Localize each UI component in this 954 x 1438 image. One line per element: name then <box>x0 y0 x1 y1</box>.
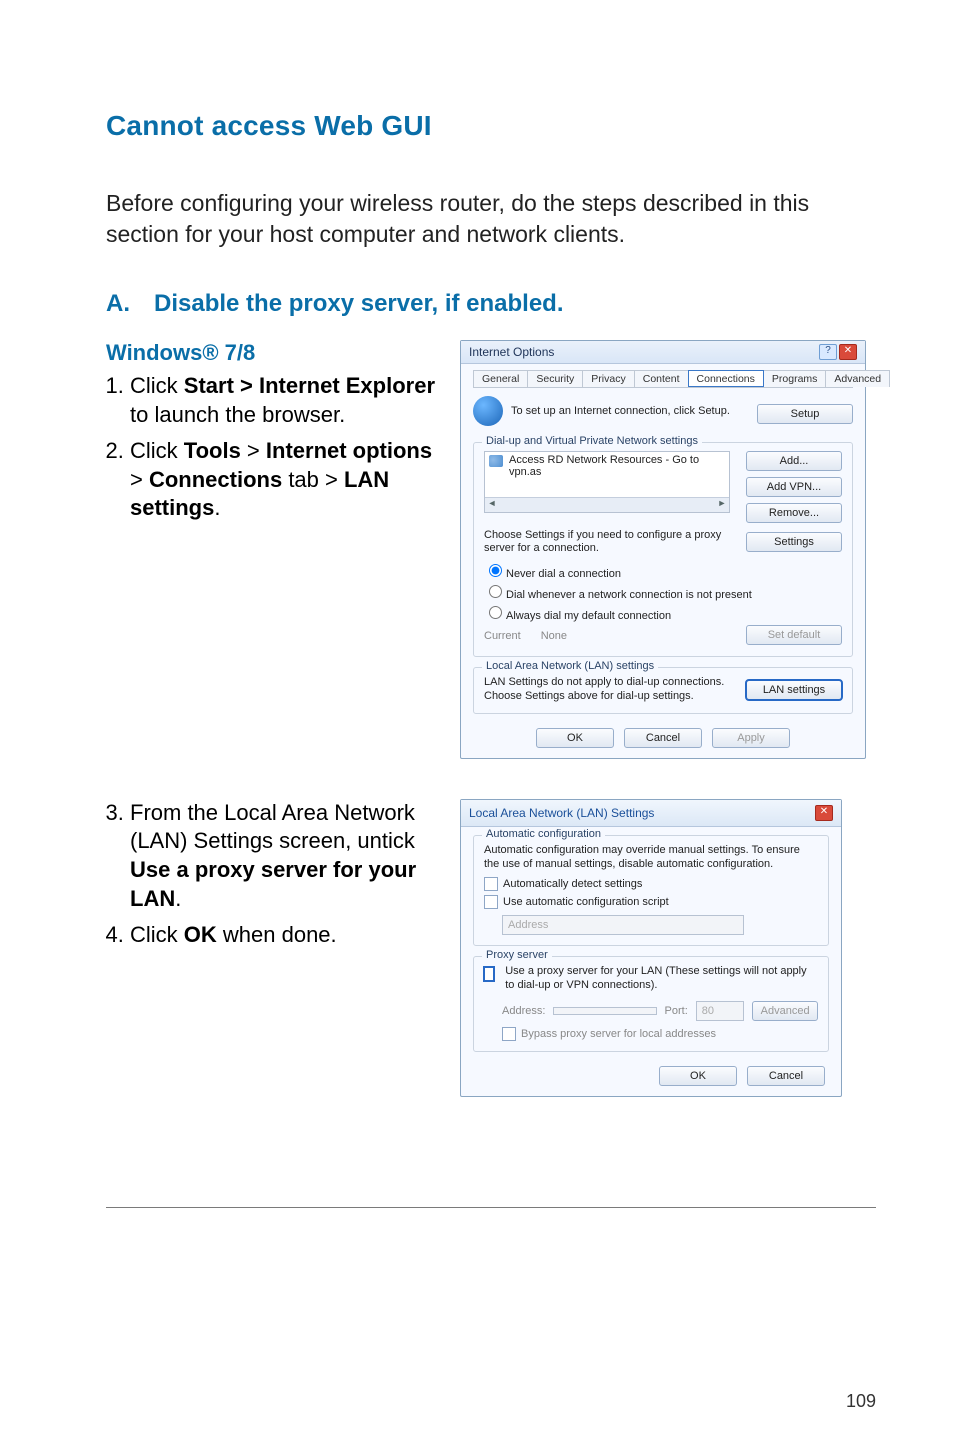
set-default-button[interactable]: Set default <box>746 625 842 645</box>
dialog1-titlebar: Internet Options ? ✕ <box>461 341 865 364</box>
detect-settings-checkbox[interactable]: Automatically detect settings <box>484 877 818 891</box>
radio-always-dial[interactable]: Always dial my default connection <box>484 603 842 622</box>
lan-ok-button[interactable]: OK <box>659 1066 737 1086</box>
footer-rule <box>106 1207 876 1208</box>
current-value: None <box>541 630 567 642</box>
tab-content[interactable]: Content <box>634 370 689 387</box>
step2-i: . <box>214 495 220 520</box>
step2-d: Internet options <box>266 438 432 463</box>
list-item-text: Access RD Network Resources - Go to vpn.… <box>509 454 725 478</box>
section-a-heading: A. Disable the proxy server, if enabled. <box>106 290 876 318</box>
dialup-fieldset: Dial-up and Virtual Private Network sett… <box>473 442 853 657</box>
radio-never-dial[interactable]: Never dial a connection <box>484 561 842 580</box>
dialog1-tabs: General Security Privacy Content Connect… <box>473 370 853 388</box>
dialog2-titlebar: Local Area Network (LAN) Settings ✕ <box>461 800 841 827</box>
choose-settings-text: Choose Settings if you need to configure… <box>484 529 738 555</box>
proxy-server-fieldset: Proxy server Use a proxy server for your… <box>473 956 829 1052</box>
current-label: Current <box>484 630 521 642</box>
step4-a: Click <box>130 922 184 947</box>
intro-paragraph: Before configuring your wireless router,… <box>106 188 876 250</box>
use-proxy-label: Use a proxy server for your LAN (These s… <box>505 965 818 993</box>
step3-b: Use a proxy server for your LAN <box>130 857 416 911</box>
auto-config-text: Automatic configuration may override man… <box>484 844 818 872</box>
network-resource-icon <box>489 455 503 467</box>
scroll-right-icon[interactable]: ► <box>715 498 729 512</box>
vpn-listbox[interactable]: Access RD Network Resources - Go to vpn.… <box>484 451 730 513</box>
step-2: Click Tools > Internet options > Connect… <box>130 437 446 523</box>
step4-c: when done. <box>217 922 337 947</box>
step2-f: Connections <box>149 467 282 492</box>
proxy-address-input <box>553 1007 656 1015</box>
setup-button[interactable]: Setup <box>757 404 853 424</box>
windows-subheading: Windows® 7/8 <box>106 340 446 366</box>
tab-connections[interactable]: Connections <box>688 370 764 387</box>
proxy-settings-button[interactable]: Settings <box>746 532 842 552</box>
step2-a: Click <box>130 438 184 463</box>
heading-cannot-access: Cannot access Web GUI <box>106 110 876 142</box>
lan-fieldset: Local Area Network (LAN) settings LAN Se… <box>473 667 853 713</box>
scroll-left-icon[interactable]: ◄ <box>485 498 499 512</box>
lan-legend: Local Area Network (LAN) settings <box>482 660 658 672</box>
apply-button[interactable]: Apply <box>712 728 790 748</box>
lan-text: LAN Settings do not apply to dial-up con… <box>484 676 738 702</box>
advanced-button[interactable]: Advanced <box>752 1001 818 1021</box>
lan-settings-dialog: Local Area Network (LAN) Settings ✕ Auto… <box>460 799 842 1097</box>
step3-a: From the Local Area Network (LAN) Settin… <box>130 800 415 854</box>
use-proxy-checkbox[interactable] <box>484 967 494 981</box>
globe-icon <box>473 396 503 426</box>
internet-options-dialog: Internet Options ? ✕ General Security Pr… <box>460 340 866 759</box>
list-item[interactable]: Access RD Network Resources - Go to vpn.… <box>489 454 725 478</box>
proxy-port-label: Port: <box>665 1005 688 1017</box>
step-3: From the Local Area Network (LAN) Settin… <box>130 799 446 913</box>
proxy-port-input: 80 <box>696 1001 744 1021</box>
step2-c: > <box>241 438 266 463</box>
dialog1-title: Internet Options <box>469 345 554 359</box>
page-number: 109 <box>846 1391 876 1412</box>
tab-programs[interactable]: Programs <box>763 370 827 387</box>
step3-c: . <box>175 886 181 911</box>
proxy-address-label: Address: <box>502 1005 545 1017</box>
script-address-input: Address <box>502 915 744 935</box>
tab-security[interactable]: Security <box>527 370 583 387</box>
tab-general[interactable]: General <box>473 370 528 387</box>
lan-settings-button[interactable]: LAN settings <box>746 680 842 700</box>
help-icon[interactable]: ? <box>819 344 837 360</box>
setup-text: To set up an Internet connection, click … <box>511 405 730 418</box>
close-icon[interactable]: ✕ <box>815 805 833 821</box>
auto-config-legend: Automatic configuration <box>482 828 605 840</box>
add-button[interactable]: Add... <box>746 451 842 471</box>
step-1: Click Start > Internet Explorer to launc… <box>130 372 446 429</box>
step2-e: > <box>130 467 149 492</box>
close-icon[interactable]: ✕ <box>839 344 857 360</box>
use-script-checkbox[interactable]: Use automatic configuration script <box>484 895 818 909</box>
lan-cancel-button[interactable]: Cancel <box>747 1066 825 1086</box>
proxy-legend: Proxy server <box>482 949 552 961</box>
cancel-button[interactable]: Cancel <box>624 728 702 748</box>
dialog2-title: Local Area Network (LAN) Settings <box>469 806 654 820</box>
step4-b: OK <box>184 922 217 947</box>
step-4: Click OK when done. <box>130 921 446 950</box>
add-vpn-button[interactable]: Add VPN... <box>746 477 842 497</box>
remove-button[interactable]: Remove... <box>746 503 842 523</box>
step1-bold: Start > Internet Explorer <box>184 373 435 398</box>
tab-privacy[interactable]: Privacy <box>582 370 634 387</box>
auto-config-fieldset: Automatic configuration Automatic config… <box>473 835 829 947</box>
radio-dial-not-present[interactable]: Dial whenever a network connection is no… <box>484 582 842 601</box>
step1-text-a: Click <box>130 373 184 398</box>
tab-advanced[interactable]: Advanced <box>825 370 890 387</box>
step2-g: tab > <box>282 467 344 492</box>
bypass-checkbox: Bypass proxy server for local addresses <box>502 1027 818 1041</box>
ok-button[interactable]: OK <box>536 728 614 748</box>
step1-text-c: to launch the browser. <box>130 402 345 427</box>
dialup-legend: Dial-up and Virtual Private Network sett… <box>482 435 702 447</box>
step2-b: Tools <box>184 438 241 463</box>
